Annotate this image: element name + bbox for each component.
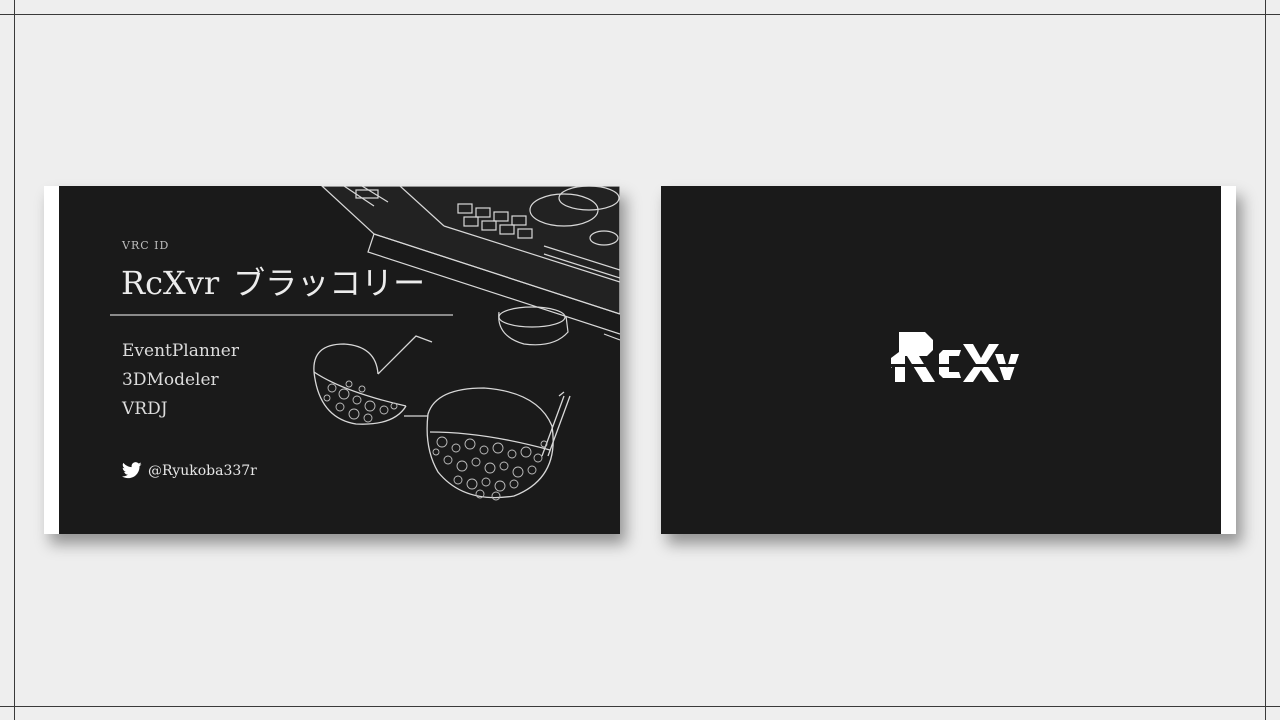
name-divider (110, 314, 453, 316)
crop-guide-right (1265, 0, 1266, 720)
user-name-japanese: ブラッコリー (233, 264, 426, 302)
card-edge-strip (1221, 186, 1236, 534)
role-item: 3DModeler (122, 370, 219, 390)
crop-guide-top (0, 14, 1280, 15)
business-card-back (661, 186, 1236, 534)
twitter-contact: @Ryukoba337r (122, 462, 257, 479)
roles-list: EventPlanner 3DModeler VRDJ (122, 337, 239, 424)
user-name: RcXvr ブラッコリー (121, 258, 425, 304)
twitter-handle: @Ryukoba337r (148, 462, 257, 479)
user-name-latin: RcXvr (121, 264, 220, 302)
role-item: VRDJ (122, 399, 168, 419)
business-card-front: VRC ID RcXvr ブラッコリー EventPlanner 3DModele… (44, 186, 620, 534)
crop-guide-bottom (0, 706, 1280, 707)
vrc-id-label: VRC ID (122, 239, 170, 252)
sunglasses-icon (313, 335, 571, 499)
glasses-reflection-texture (323, 380, 548, 501)
crop-guide-left (14, 0, 15, 720)
role-item: EventPlanner (122, 341, 239, 361)
rcxvr-logo-icon (889, 332, 1021, 382)
twitter-bird-icon (122, 462, 142, 479)
